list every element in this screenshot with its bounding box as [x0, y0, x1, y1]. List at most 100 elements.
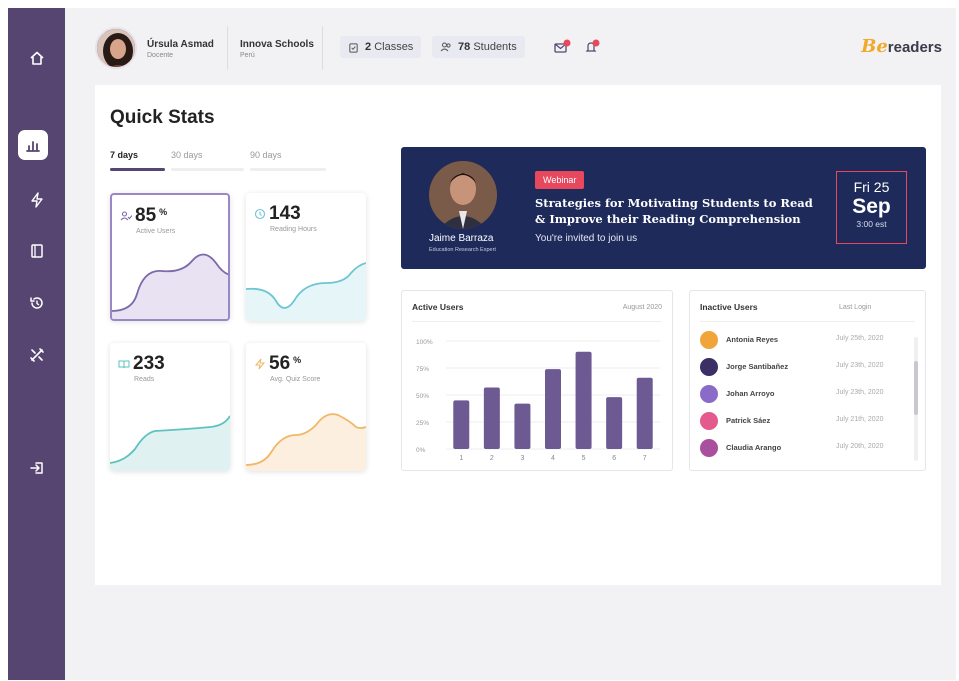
y-tick-label: 100%	[416, 339, 433, 346]
notifications-button[interactable]	[583, 38, 603, 56]
page-title: Quick Stats	[110, 107, 215, 128]
x-tick-label: 7	[643, 455, 647, 462]
sidebar-item-history[interactable]	[8, 286, 65, 320]
lightning-icon	[30, 192, 43, 208]
presenter-role: Education Research Expert	[429, 247, 496, 253]
divider	[322, 26, 323, 70]
user-name: Antonia Reyes	[726, 335, 779, 344]
date-time: 3:00 est	[856, 219, 887, 229]
user-portrait-icon	[97, 29, 135, 67]
avatar	[700, 412, 718, 430]
bar-6[interactable]	[606, 397, 623, 449]
webinar-badge: Webinar	[535, 171, 585, 189]
bar-2[interactable]	[483, 387, 500, 449]
stat-value: 85	[135, 205, 157, 226]
stat-card-active-users[interactable]: 85% Active Users	[110, 193, 230, 321]
avatar	[700, 331, 718, 349]
avatar	[700, 358, 718, 376]
bar-1[interactable]	[453, 400, 470, 449]
logout-icon	[29, 462, 43, 474]
sidebar-item-home[interactable]	[8, 41, 65, 75]
webinar-banner[interactable]: Jaime Barraza Education Research Expert …	[401, 147, 926, 269]
x-tick-label: 5	[582, 455, 586, 462]
classes-chip[interactable]: 2 Classes	[340, 36, 422, 58]
sidebar-item-stats[interactable]	[18, 130, 48, 160]
brand-logo: Bereaders	[861, 36, 942, 57]
list-item[interactable]: Patrick Sáez July 21th, 2020	[700, 410, 900, 432]
presenter-name: Jaime Barraza	[429, 233, 494, 244]
sidebar-item-tools[interactable]	[8, 338, 65, 372]
tab-7-days[interactable]: 7 days	[110, 150, 138, 160]
bar-3[interactable]	[514, 403, 531, 449]
stat-value: 143	[269, 203, 301, 224]
clock-icon	[254, 208, 266, 220]
tab-30-days[interactable]: 30 days	[171, 150, 203, 160]
stat-unit: %	[159, 207, 168, 217]
stat-sparkline	[110, 415, 230, 471]
list-item[interactable]: Antonia Reyes July 25th, 2020	[700, 329, 900, 351]
sidebar	[8, 8, 65, 680]
clipboard-icon	[349, 42, 358, 53]
history-icon	[29, 297, 43, 309]
tools-icon	[29, 348, 44, 362]
quick-stats-panel: Quick Stats 7 days 30 days 90 days 85% A…	[95, 85, 941, 585]
tab-track	[250, 168, 326, 171]
chart-period[interactable]: August 2020	[623, 304, 662, 311]
classes-count: 2	[365, 41, 372, 53]
list-item[interactable]: Jorge Santibañez July 23th, 2020	[700, 356, 900, 378]
stat-card-reading-hours[interactable]: 143 Reading Hours	[246, 193, 366, 321]
user-name: Jorge Santibañez	[726, 362, 789, 371]
bar-4[interactable]	[545, 369, 561, 449]
x-tick-label: 2	[490, 455, 494, 462]
school-location: Perú	[240, 52, 255, 59]
user-name: Johan Arroyo	[726, 389, 775, 398]
last-login-date: July 20th, 2020	[836, 443, 884, 450]
stat-value: 233	[133, 353, 165, 374]
stat-sparkline	[246, 413, 366, 471]
inactive-users-card: Inactive Users Last Login Antonia Reyes J…	[689, 290, 926, 471]
user-name: Claudia Arango	[726, 443, 782, 452]
list-item[interactable]: Johan Arroyo July 23th, 2020	[700, 383, 900, 405]
stat-card-avg-quiz-score[interactable]: 56% Avg. Quiz Score	[246, 343, 366, 471]
students-label: Students	[473, 41, 517, 53]
x-tick-label: 6	[612, 455, 616, 462]
book-icon	[30, 244, 43, 258]
top-header: Úrsula Asmad Docente Innova Schools Perú…	[65, 8, 956, 88]
webinar-date: Fri 25 Sep 3:00 est	[836, 171, 907, 244]
stat-unit: %	[293, 355, 302, 365]
list-item[interactable]: Claudia Arango July 20th, 2020	[700, 437, 900, 459]
divider	[412, 321, 662, 322]
home-icon	[29, 51, 44, 65]
classes-label: Classes	[374, 41, 414, 53]
sidebar-item-logout[interactable]	[8, 451, 65, 485]
bar-5[interactable]	[575, 351, 592, 449]
active-users-card: Active Users August 2020 0% 25% 50% 75% 100%…	[401, 290, 673, 471]
tab-90-days[interactable]: 90 days	[250, 150, 282, 160]
school-name: Innova Schools	[240, 39, 314, 50]
avatar	[700, 385, 718, 403]
user-role: Docente	[147, 52, 174, 59]
sidebar-item-activity[interactable]	[8, 183, 65, 217]
stat-sparkline	[246, 262, 366, 321]
presenter-portrait-icon	[429, 161, 497, 229]
stat-card-reads[interactable]: 233 Reads	[110, 343, 230, 471]
messages-button[interactable]	[553, 38, 573, 56]
avatar[interactable]	[95, 27, 137, 69]
webinar-title: Strategies for Motivating Students to Re…	[535, 196, 813, 226]
last-login-date: July 25th, 2020	[836, 335, 884, 342]
bar-7[interactable]	[636, 377, 653, 449]
user-name: Úrsula Asmad	[147, 39, 214, 50]
y-tick-label: 25%	[416, 420, 429, 427]
active-users-bar-chart: 0% 25% 50% 75% 100% 1 2 3 4 5 6 7	[416, 339, 660, 462]
divider	[700, 321, 915, 322]
sidebar-item-books[interactable]	[8, 234, 65, 268]
presenter-photo	[429, 161, 497, 229]
students-chip[interactable]: 78 Students	[432, 36, 525, 58]
lightning-icon	[254, 358, 266, 370]
mail-icon	[554, 39, 571, 53]
divider	[227, 26, 228, 70]
last-login-date: July 23th, 2020	[836, 389, 884, 396]
column-header-last-login: Last Login	[839, 304, 872, 311]
scrollbar-thumb[interactable]	[914, 361, 918, 415]
date-month: Sep	[852, 195, 891, 218]
